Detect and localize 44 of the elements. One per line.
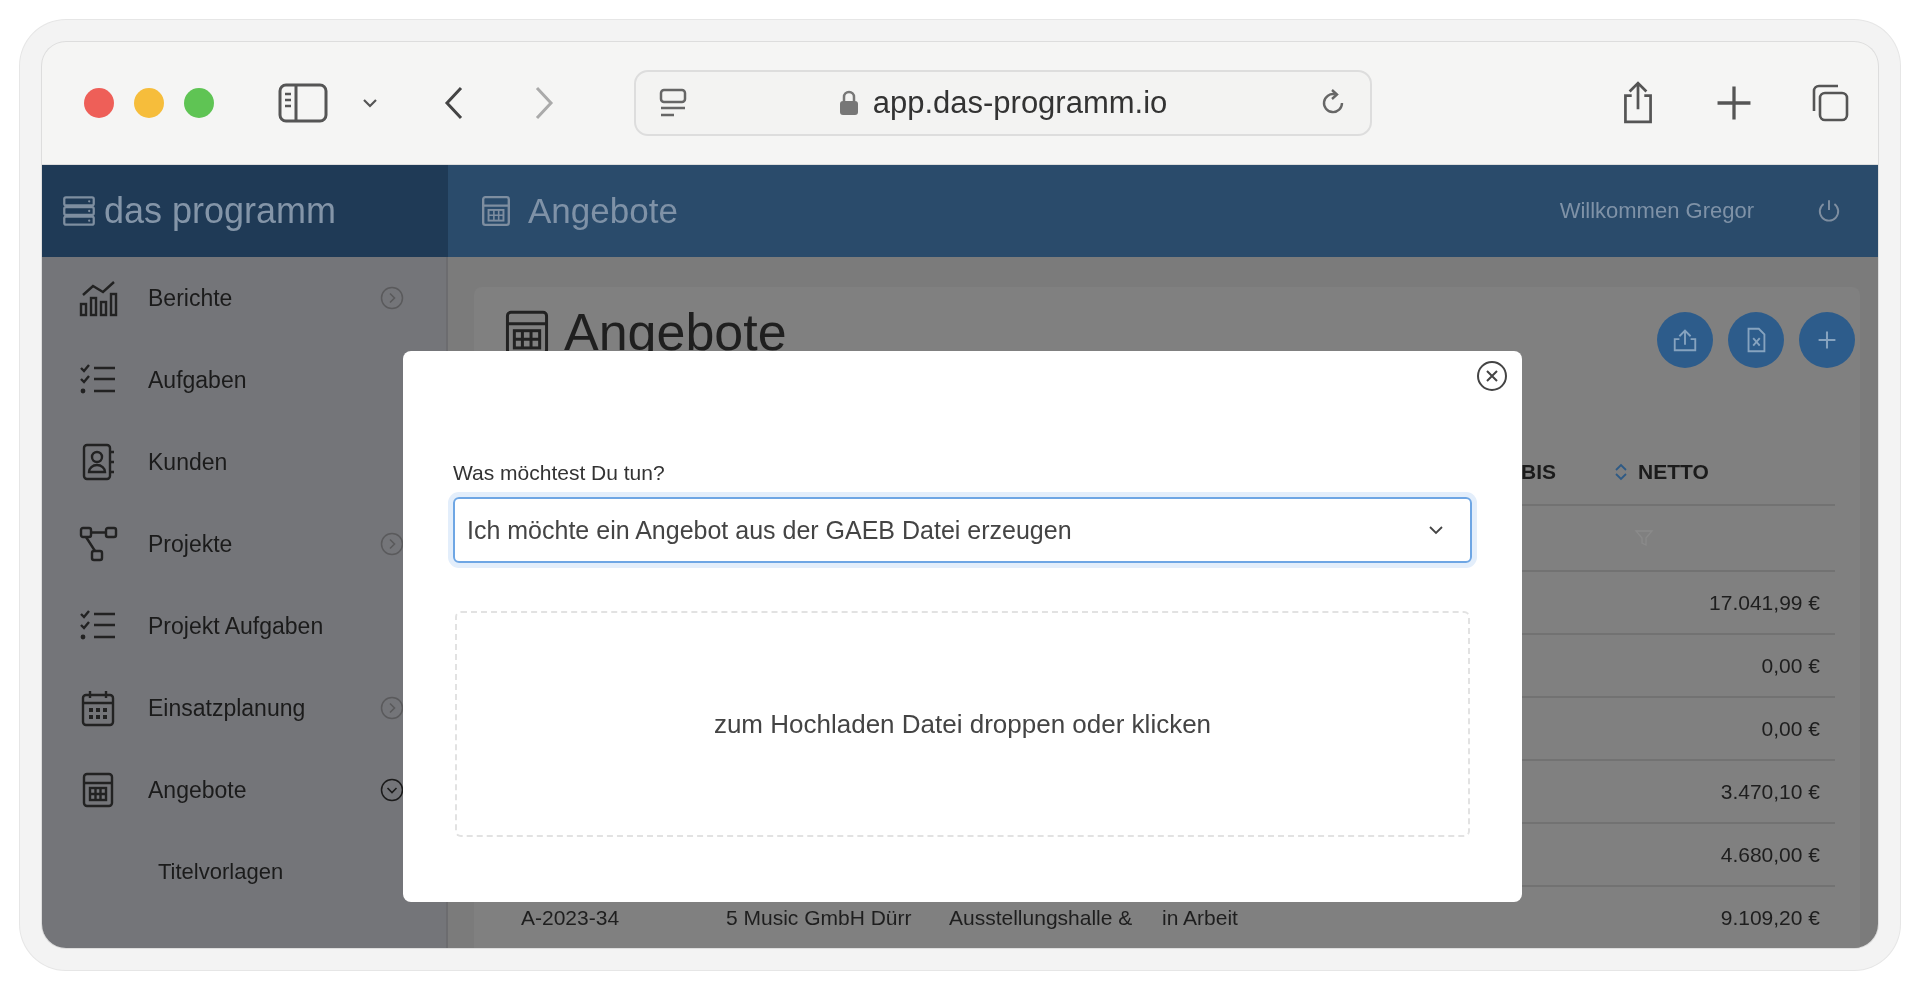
back-icon[interactable] [444,86,464,120]
table-cell-text: A-2023-34 [520,905,621,930]
file-dropzone[interactable]: zum Hochladen Datei droppen oder klicken [455,611,1470,837]
table-cell-text: 0,00 € [1761,653,1821,678]
welcome-text: Willkommen Gregor [1559,198,1754,224]
upload-button[interactable] [1657,312,1713,368]
caret-icon [1428,525,1444,535]
sidebar-item[interactable]: Projekt Aufgaben [42,585,446,667]
table-cell-text: 5 Music GmbH Dürr [726,905,913,930]
chevron-right-icon[interactable] [380,696,404,720]
url-text: app.das-programm.io [872,85,1168,121]
field-label: Was möchtest Du tun? [453,461,665,485]
diagram-icon [78,524,118,564]
sidebar-item[interactable]: Einsatzplanung [42,667,446,749]
sidebar-toggle-icon[interactable] [278,83,328,123]
excel-export-button[interactable] [1728,312,1784,368]
table-cell-text: 4.680,00 € [1720,842,1821,867]
address-bar[interactable]: app.das-programm.io [634,70,1372,136]
chevron-down-icon[interactable] [380,778,404,802]
calculator-icon [480,194,512,228]
bar-chart-icon [78,278,118,318]
table-cell-text: 3.470,10 € [1720,779,1821,804]
sidebar-item[interactable]: Aufgaben [42,339,446,421]
header-title: Angebote [528,191,678,231]
chevron-down-icon[interactable] [362,98,378,108]
page-menu-icon[interactable] [658,88,688,118]
page-title: Angebote [564,302,787,362]
table-cell-text: 9.109,20 € [1720,905,1821,930]
sidebar-item[interactable]: Projekte [42,503,446,585]
table-cell-text: 17.041,99 € [1709,590,1821,615]
lock-icon [838,90,859,116]
sidebar-item[interactable]: Berichte [42,257,446,339]
server-icon [62,194,96,228]
table-cell-text: 0,00 € [1761,716,1821,741]
chevron-right-icon[interactable] [380,532,404,556]
table-cell-text: Ausstellungshalle & [949,905,1134,930]
close-icon[interactable] [1476,360,1508,392]
table-cell: in Arbeit [1162,905,1238,930]
column-header[interactable]: BIS [1521,460,1556,484]
power-icon[interactable] [1816,198,1842,224]
sidebar-item[interactable]: Angebote [42,749,446,831]
column-header[interactable]: NETTO [1638,460,1709,484]
close-window-button[interactable] [84,88,114,118]
sidebar-item[interactable]: Kunden [42,421,446,503]
